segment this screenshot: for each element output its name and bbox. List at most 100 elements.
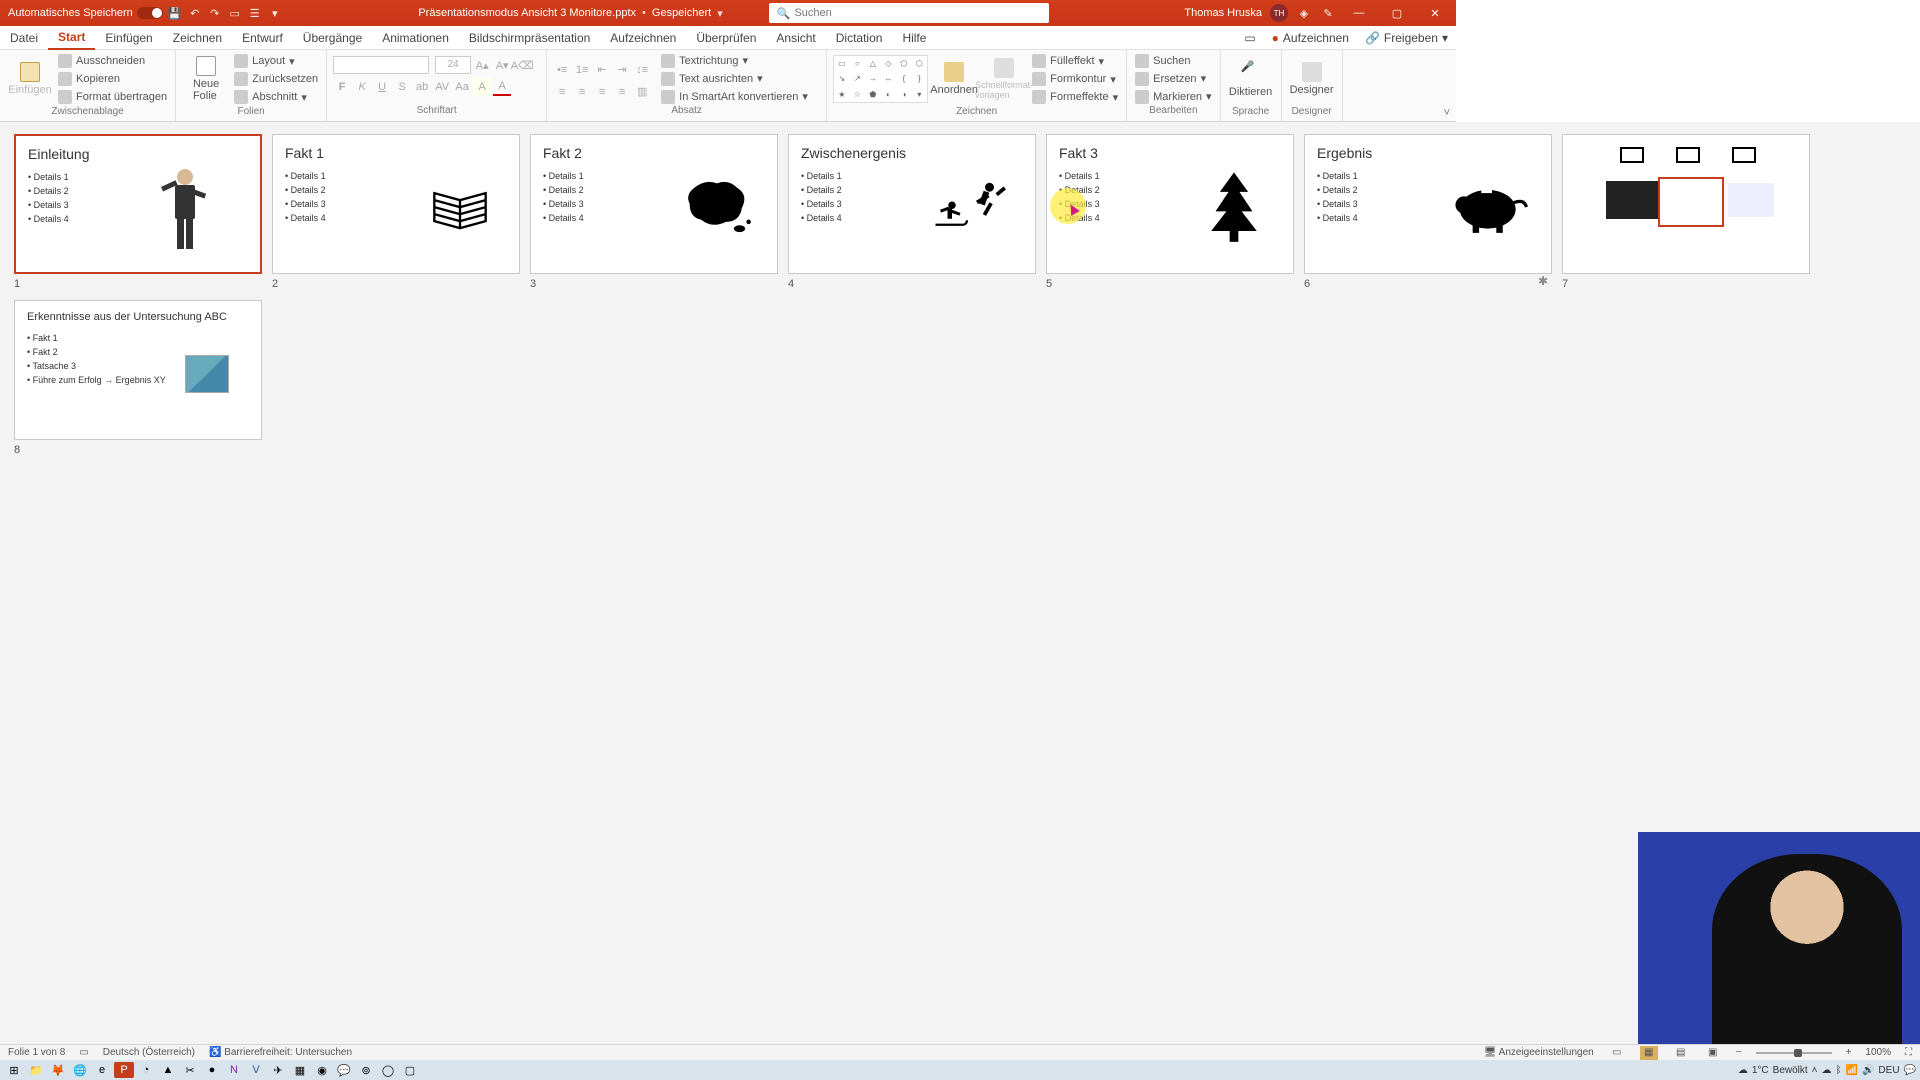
reset-button[interactable]: Zurücksetzen bbox=[232, 71, 320, 87]
select-button[interactable]: Markieren ▾ bbox=[1133, 89, 1213, 105]
spell-check-icon[interactable]: ▭ bbox=[79, 1047, 88, 1058]
search-input[interactable] bbox=[794, 7, 1040, 19]
firefox-icon[interactable]: 🦊 bbox=[48, 1062, 68, 1078]
tab-start[interactable]: Start bbox=[48, 26, 95, 50]
zoom-percent[interactable]: 100% bbox=[1865, 1047, 1891, 1058]
touch-mode-icon[interactable]: ☰ bbox=[247, 5, 263, 21]
redo-icon[interactable]: ↷ bbox=[207, 5, 223, 21]
dictate-button[interactable]: 🎤 Diktieren bbox=[1227, 52, 1275, 106]
tab-ueberpruefen[interactable]: Überprüfen bbox=[686, 26, 766, 50]
app-icon-4[interactable]: 💬 bbox=[334, 1062, 354, 1078]
chrome-icon[interactable]: 🌐 bbox=[70, 1062, 90, 1078]
system-tray[interactable]: ☁ 1°C Bewölkt ˄ ☁ ᛒ 📶 🔊 DEU 💬 bbox=[1738, 1065, 1916, 1076]
numbering-button[interactable]: 1≡ bbox=[573, 61, 591, 79]
tab-einfuegen[interactable]: Einfügen bbox=[95, 26, 162, 50]
zoom-slider[interactable] bbox=[1756, 1052, 1832, 1054]
cut-button[interactable]: Ausschneiden bbox=[56, 53, 169, 69]
app-icon-2[interactable]: ● bbox=[202, 1062, 222, 1078]
language-indicator[interactable]: Deutsch (Österreich) bbox=[103, 1047, 195, 1058]
from-beginning-icon[interactable]: ▭ bbox=[227, 5, 243, 21]
quick-styles-button[interactable]: Schnellformat- vorlagen bbox=[980, 52, 1028, 106]
reading-view-button[interactable]: ▤ bbox=[1672, 1046, 1690, 1060]
pen-icon[interactable]: ✎ bbox=[1320, 5, 1336, 21]
text-direction-button[interactable]: Textrichtung ▾ bbox=[659, 53, 810, 69]
shape-fill-button[interactable]: Fülleffekt ▾ bbox=[1030, 53, 1120, 69]
highlight-button[interactable]: A bbox=[473, 78, 491, 96]
bullets-button[interactable]: •≡ bbox=[553, 61, 571, 79]
tab-zeichnen[interactable]: Zeichnen bbox=[163, 26, 232, 50]
line-spacing-button[interactable]: ↕≡ bbox=[633, 61, 651, 79]
slide-thumbnail[interactable]: EinleitungDetails 1Details 2Details 3Det… bbox=[14, 134, 262, 274]
shape-outline-button[interactable]: Formkontur ▾ bbox=[1030, 71, 1120, 87]
shrink-font-button[interactable]: A▾ bbox=[493, 56, 511, 74]
section-button[interactable]: Abschnitt ▾ bbox=[232, 89, 320, 105]
align-left-button[interactable]: ≡ bbox=[553, 83, 571, 101]
maximize-button[interactable]: ▢ bbox=[1382, 0, 1412, 26]
save-icon[interactable]: 💾 bbox=[167, 5, 183, 21]
collapse-ribbon-button[interactable]: ˅ bbox=[1444, 107, 1450, 119]
shadow-text-button[interactable]: ab bbox=[413, 78, 431, 96]
italic-button[interactable]: K bbox=[353, 78, 371, 96]
new-slide-button[interactable]: Neue Folie bbox=[182, 52, 230, 106]
shape-effects-button[interactable]: Formeffekte ▾ bbox=[1030, 89, 1120, 105]
spacing-button[interactable]: AV bbox=[433, 78, 451, 96]
convert-smartart-button[interactable]: In SmartArt konvertieren ▾ bbox=[659, 89, 810, 105]
justify-button[interactable]: ≡ bbox=[613, 83, 631, 101]
slide-thumbnail[interactable] bbox=[1562, 134, 1810, 274]
app-icon-6[interactable]: ◯ bbox=[378, 1062, 398, 1078]
font-color-button[interactable]: A bbox=[493, 78, 511, 96]
minimize-button[interactable]: — bbox=[1344, 0, 1374, 26]
explorer-icon[interactable]: 📁 bbox=[26, 1062, 46, 1078]
bold-button[interactable]: F bbox=[333, 78, 351, 96]
tab-entwurf[interactable]: Entwurf bbox=[232, 26, 293, 50]
snip-icon[interactable]: ✂ bbox=[180, 1062, 200, 1078]
app-icon-5[interactable]: ⊚ bbox=[356, 1062, 376, 1078]
onenote-icon[interactable]: N bbox=[224, 1062, 244, 1078]
font-size-combo[interactable]: 24 bbox=[435, 56, 471, 74]
tab-datei[interactable]: Datei bbox=[0, 26, 48, 50]
format-painter-button[interactable]: Format übertragen bbox=[56, 89, 169, 105]
align-text-button[interactable]: Text ausrichten ▾ bbox=[659, 71, 810, 87]
powerpoint-icon[interactable]: P bbox=[114, 1062, 134, 1078]
coming-soon-icon[interactable]: ◈ bbox=[1296, 5, 1312, 21]
paste-button[interactable]: Einfügen bbox=[6, 52, 54, 106]
tab-dictation[interactable]: Dictation bbox=[826, 26, 893, 50]
align-center-button[interactable]: ≡ bbox=[573, 83, 591, 101]
bluetooth-icon[interactable]: ᛒ bbox=[1836, 1065, 1842, 1076]
slide-thumbnail[interactable]: ZwischenergenisDetails 1Details 2Details… bbox=[788, 134, 1036, 274]
change-case-button[interactable]: Aa bbox=[453, 78, 471, 96]
start-button[interactable]: ⊞ bbox=[4, 1062, 24, 1078]
indent-inc-button[interactable]: ⇥ bbox=[613, 61, 631, 79]
undo-icon[interactable]: ↶ bbox=[187, 5, 203, 21]
normal-view-button[interactable]: ▭ bbox=[1608, 1046, 1626, 1060]
slide-thumbnail[interactable]: Fakt 2Details 1Details 2Details 3Details… bbox=[530, 134, 778, 274]
search-box[interactable]: 🔍 bbox=[769, 3, 1049, 23]
clear-format-button[interactable]: A⌫ bbox=[513, 56, 531, 74]
shapes-gallery[interactable]: ▭○△◇⬠⬡ ↘↗→↔{} ★☆⬟◐◑▾ bbox=[833, 55, 928, 103]
slide-thumbnail[interactable]: Fakt 3Details 1Details 2Details 3Details… bbox=[1046, 134, 1294, 274]
user-avatar[interactable]: TH bbox=[1270, 4, 1288, 22]
input-lang[interactable]: DEU bbox=[1878, 1065, 1899, 1076]
replace-button[interactable]: Ersetzen ▾ bbox=[1133, 71, 1213, 87]
autosave-toggle[interactable] bbox=[137, 7, 163, 19]
present-mode-icon[interactable]: ▭ bbox=[1236, 31, 1263, 45]
grow-font-button[interactable]: A▴ bbox=[473, 56, 491, 74]
tab-uebergaenge[interactable]: Übergänge bbox=[293, 26, 372, 50]
telegram-icon[interactable]: ✈ bbox=[268, 1062, 288, 1078]
vlc-icon[interactable]: ▲ bbox=[158, 1062, 178, 1078]
record-button[interactable]: ●Aufzeichnen bbox=[1264, 31, 1357, 45]
arrange-button[interactable]: Anordnen bbox=[930, 52, 978, 106]
indent-dec-button[interactable]: ⇤ bbox=[593, 61, 611, 79]
notifications-icon[interactable]: 💬 bbox=[1904, 1065, 1916, 1076]
qat-customize-icon[interactable]: ▾ bbox=[267, 5, 283, 21]
designer-button[interactable]: Designer bbox=[1288, 52, 1336, 106]
slide-sorter[interactable]: EinleitungDetails 1Details 2Details 3Det… bbox=[0, 122, 1920, 1044]
share-button[interactable]: 🔗Freigeben▾ bbox=[1357, 31, 1456, 45]
copy-button[interactable]: Kopieren bbox=[56, 71, 169, 87]
underline-button[interactable]: U bbox=[373, 78, 391, 96]
tab-bildschirmpraesentation[interactable]: Bildschirmpräsentation bbox=[459, 26, 600, 50]
find-button[interactable]: Suchen bbox=[1133, 53, 1213, 69]
visio-icon[interactable]: V bbox=[246, 1062, 266, 1078]
slide-thumbnail[interactable]: Erkenntnisse aus der Untersuchung ABCFak… bbox=[14, 300, 262, 440]
wifi-icon[interactable]: 📶 bbox=[1846, 1065, 1858, 1076]
